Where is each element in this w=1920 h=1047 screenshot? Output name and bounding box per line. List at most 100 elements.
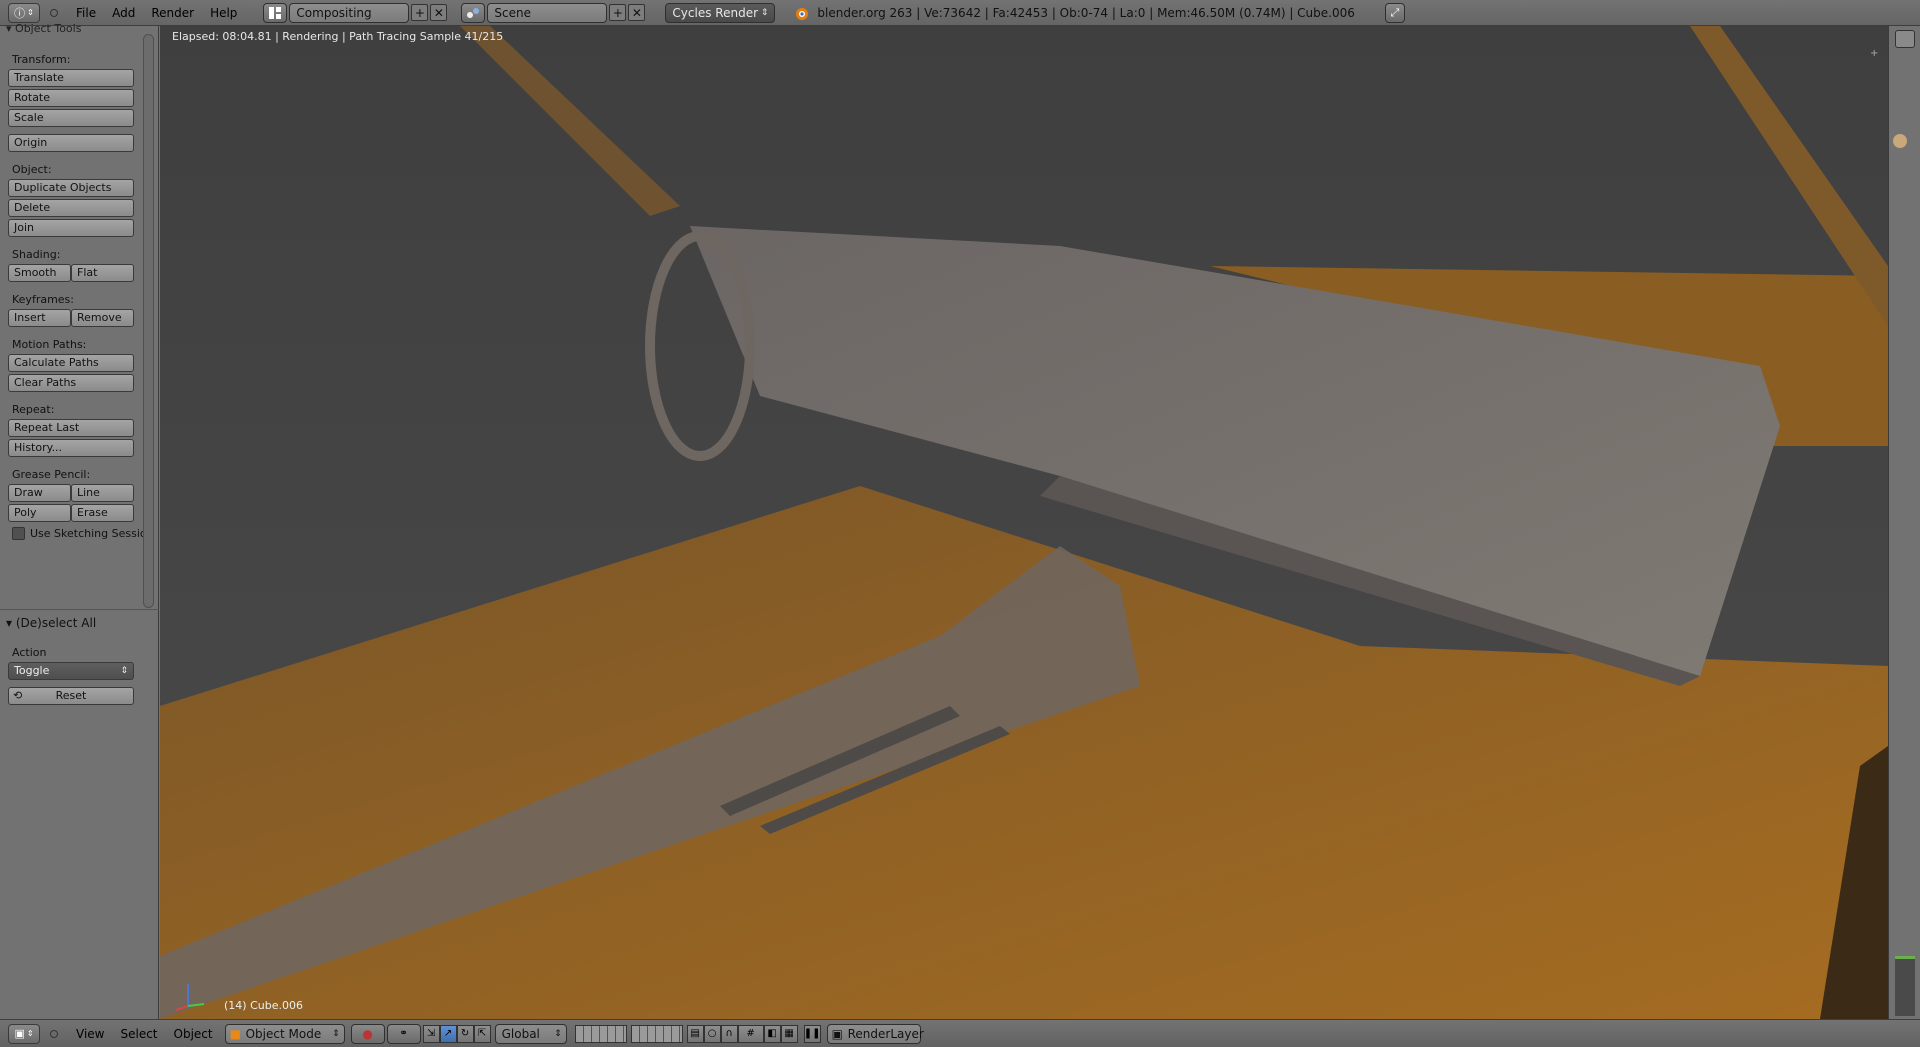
- menu-help[interactable]: Help: [202, 3, 245, 23]
- updown-arrows-icon: ⇕: [26, 1029, 34, 1038]
- layer-buttons-right[interactable]: [630, 1024, 683, 1043]
- arrow-icon: ↗: [443, 1028, 453, 1039]
- scale-button[interactable]: Scale: [8, 109, 134, 127]
- editor-type-selector[interactable]: ⓘ ⇕: [8, 2, 40, 23]
- pause-icon: ❚❚: [803, 1028, 821, 1039]
- snap-grid-icon: #: [746, 1028, 755, 1039]
- editor-type-selector[interactable]: ▣ ⇕: [8, 1023, 40, 1044]
- magnet-icon: ∩: [725, 1028, 733, 1039]
- pivot-icon: ⚭: [399, 1028, 408, 1039]
- screen-layout-icon[interactable]: [263, 2, 288, 23]
- scene-icon[interactable]: [461, 2, 486, 23]
- info-header: ⓘ ⇕ File Add Render Help Compositing + ✕ …: [0, 0, 1920, 26]
- collapse-menus-toggle[interactable]: [50, 8, 58, 17]
- snap-element-select[interactable]: #: [737, 1024, 764, 1043]
- render-preview: [160, 26, 1888, 1019]
- transform-orientation-select[interactable]: Global ⇕: [494, 1023, 567, 1044]
- opengl-render-button[interactable]: ◧: [763, 1024, 781, 1043]
- viewport-shading-select[interactable]: ●: [350, 1023, 385, 1044]
- lock-icon: ▤: [690, 1028, 700, 1039]
- smooth-button[interactable]: Smooth: [8, 264, 71, 282]
- render-layer-select[interactable]: ▣ RenderLayer: [826, 1023, 924, 1044]
- menu-view[interactable]: View: [68, 1024, 112, 1044]
- proportional-edit-toggle[interactable]: ○: [703, 1024, 721, 1043]
- operator-title: (De)select All: [15, 616, 97, 630]
- snap-toggle[interactable]: ∩: [720, 1024, 738, 1043]
- opengl-anim-button[interactable]: ▦: [780, 1024, 798, 1043]
- repeat-last-button[interactable]: Repeat Last: [8, 419, 134, 437]
- rotate-icon: ↻: [460, 1028, 470, 1039]
- sketching-session-checkbox[interactable]: [12, 527, 25, 540]
- properties-editor-button[interactable]: [1895, 30, 1915, 48]
- menu-select[interactable]: Select: [112, 1024, 165, 1044]
- delete-button[interactable]: Delete: [8, 199, 134, 217]
- object-tools-title: Object Tools: [15, 22, 82, 35]
- duplicate-objects-button[interactable]: Duplicate Objects: [8, 179, 134, 197]
- translate-manipulator-toggle[interactable]: ↗: [439, 1024, 457, 1043]
- reset-label: Reset: [55, 689, 87, 702]
- remove-keyframe-button[interactable]: Remove: [71, 309, 134, 327]
- circle-icon: ○: [707, 1028, 717, 1039]
- pivot-point-select[interactable]: ⚭: [386, 1023, 421, 1044]
- layout-grid-icon: [269, 6, 282, 19]
- info-icon: ⓘ: [14, 6, 26, 20]
- render-status: Elapsed: 08:04.81 | Rendering | Path Tra…: [172, 30, 504, 43]
- add-scene-button[interactable]: +: [609, 4, 627, 21]
- action-select[interactable]: Toggle ⇕: [8, 662, 134, 680]
- tool-shelf-scrollbar[interactable]: [143, 34, 154, 608]
- operator-header[interactable]: ▾ (De)select All: [6, 616, 96, 630]
- rotate-manipulator-toggle[interactable]: ↻: [456, 1024, 474, 1043]
- properties-strip: [1888, 26, 1920, 1019]
- menu-file[interactable]: File: [68, 3, 104, 23]
- render-layers-icon: ▣: [831, 1026, 843, 1041]
- scene-field[interactable]: Scene: [487, 2, 608, 23]
- calculate-paths-button[interactable]: Calculate Paths: [8, 354, 134, 372]
- updown-arrows-icon: ⇕: [27, 8, 34, 17]
- origin-button[interactable]: Origin: [8, 134, 134, 152]
- plus-icon[interactable]: +: [1870, 48, 1880, 59]
- render-engine-value: Cycles Render: [672, 5, 759, 20]
- menu-object[interactable]: Object: [166, 1024, 221, 1044]
- fullscreen-toggle[interactable]: ⤢: [1384, 2, 1405, 23]
- render-layer-value: RenderLayer: [847, 1026, 924, 1041]
- insert-keyframe-button[interactable]: Insert: [8, 309, 71, 327]
- join-button[interactable]: Join: [8, 219, 134, 237]
- updown-arrows-icon: ⇕: [554, 1028, 562, 1039]
- render-engine-select[interactable]: Cycles Render ⇕: [665, 2, 776, 23]
- add-screen-button[interactable]: +: [411, 4, 429, 21]
- screen-layout-field[interactable]: Compositing: [289, 2, 410, 23]
- delete-scene-button[interactable]: ✕: [628, 4, 646, 21]
- delete-screen-button[interactable]: ✕: [430, 4, 448, 21]
- rotate-button[interactable]: Rotate: [8, 89, 134, 107]
- solid-shading-icon: ●: [362, 1026, 373, 1041]
- poly-button[interactable]: Poly: [8, 504, 71, 522]
- manipulator-toggle[interactable]: ⇲: [422, 1024, 440, 1043]
- repeat-label: Repeat:: [12, 403, 55, 416]
- object-tools-header[interactable]: ▾ Object Tools: [6, 22, 81, 35]
- scene-objects-icon: [467, 7, 480, 18]
- 3d-viewport[interactable]: Elapsed: 08:04.81 | Rendering | Path Tra…: [160, 26, 1888, 1019]
- line-button[interactable]: Line: [71, 484, 134, 502]
- clear-paths-button[interactable]: Clear Paths: [8, 374, 134, 392]
- translate-button[interactable]: Translate: [8, 69, 134, 87]
- history-button[interactable]: History...: [8, 439, 134, 457]
- mode-select[interactable]: ■ Object Mode ⇕: [224, 1023, 345, 1044]
- mode-value: Object Mode: [245, 1026, 322, 1041]
- layer-buttons-left[interactable]: [574, 1024, 627, 1043]
- draw-button[interactable]: Draw: [8, 484, 71, 502]
- menu-add[interactable]: Add: [104, 3, 143, 23]
- grease-pencil-label: Grease Pencil:: [12, 468, 91, 481]
- 3d-view-header: ▣ ⇕ View Select Object ■ Object Mode ⇕ ● …: [0, 1019, 1920, 1047]
- sketching-session-label: Use Sketching Sessio: [30, 527, 147, 540]
- timeline-mini[interactable]: [1895, 956, 1915, 1016]
- flat-button[interactable]: Flat: [71, 264, 134, 282]
- collapse-menus-toggle[interactable]: [50, 1029, 58, 1038]
- pause-render-toggle[interactable]: ❚❚: [803, 1024, 821, 1043]
- reset-button[interactable]: ⟲ Reset: [8, 687, 134, 705]
- lock-layers-toggle[interactable]: ▤: [686, 1024, 704, 1043]
- scale-manipulator-toggle[interactable]: ⇱: [473, 1024, 491, 1043]
- close-icon: ✕: [631, 5, 642, 20]
- erase-button[interactable]: Erase: [71, 504, 134, 522]
- menu-render[interactable]: Render: [143, 3, 202, 23]
- axis-gizmo-icon: [175, 984, 205, 1011]
